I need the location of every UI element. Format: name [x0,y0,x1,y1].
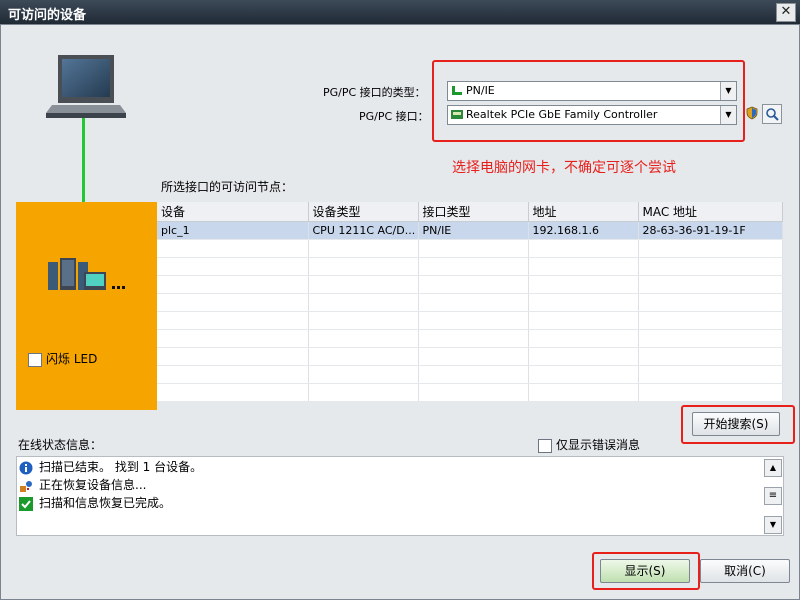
close-button[interactable]: ✕ [776,3,796,22]
table-header: 设备 设备类型 接口类型 地址 MAC 地址 [157,202,783,222]
interface-highlight-box [432,60,745,142]
nodes-table: 设备 设备类型 接口类型 地址 MAC 地址 plc_1 CPU 1211C A… [157,202,783,402]
cell-interface-type: PN/IE [418,221,529,240]
table-row-empty [157,383,783,402]
nodes-label: 所选接口的可访问节点： [161,180,294,194]
column-header-interface-type[interactable]: 接口类型 [418,202,529,222]
scrollbar-thumb[interactable]: ≡ [764,487,782,505]
status-message: 扫描和信息恢复已完成。 [19,494,171,512]
window-title: 可访问的设备 [8,8,87,23]
laptop-icon [44,55,126,124]
annotation-text: 选择电脑的网卡，不确定可逐个尝试 [452,160,676,176]
status-log: 扫描已结束。 找到 1 台设备。 正在恢复设备信息... 扫描和信息恢复已完成。… [16,456,784,536]
scroll-down-button[interactable]: ▼ [764,516,782,534]
table-row-empty [157,365,783,384]
table-row-empty [157,311,783,330]
cell-address: 192.168.1.6 [528,221,639,240]
table-row-empty [157,275,783,294]
flash-led-checkbox[interactable]: 闪烁 LED [28,350,97,367]
only-errors-checkbox[interactable]: 仅显示错误消息 [538,436,640,453]
diagnostics-button[interactable] [762,104,782,124]
table-row-empty [157,347,783,366]
checkbox-box[interactable] [538,438,552,453]
cancel-button[interactable]: 取消(C) [700,559,790,583]
cell-mac: 28-63-36-91-19-1F [638,221,783,240]
scroll-up-button[interactable]: ▲ [764,459,782,477]
cell-device: plc_1 [157,221,309,240]
column-header-device[interactable]: 设备 [157,202,309,222]
checkbox-box[interactable] [28,352,42,367]
interface-type-label: PG/PC 接口的类型： [323,86,426,99]
flash-led-label: 闪烁 LED [46,352,98,366]
status-message: 扫描已结束。 找到 1 台设备。 [19,458,202,476]
only-errors-label: 仅显示错误消息 [556,438,641,452]
table-row-empty [157,239,783,258]
table-row-empty [157,329,783,348]
recover-icon [19,479,33,493]
show-highlight-box [592,552,700,590]
table-row[interactable]: plc_1 CPU 1211C AC/D... PN/IE 192.168.1.… [157,221,783,240]
column-header-device-type[interactable]: 设备类型 [308,202,419,222]
interface-port-label: PG/PC 接口： [359,110,429,123]
column-header-mac[interactable]: MAC 地址 [638,202,783,222]
plc-device-icon [48,258,128,295]
device-preview-panel: 闪烁 LED [16,202,157,410]
column-header-address[interactable]: 地址 [528,202,639,222]
shield-icon[interactable] [745,106,759,120]
info-icon [19,461,33,475]
magnifier-icon [766,108,779,121]
status-label: 在线状态信息： [18,438,103,452]
search-highlight-box [681,405,795,444]
status-message: 正在恢复设备信息... [19,476,146,494]
title-bar: 可访问的设备 ✕ [0,0,800,24]
cell-device-type: CPU 1211C AC/D... [308,221,419,240]
check-icon [19,496,33,511]
table-row-empty [157,257,783,276]
table-row-empty [157,293,783,312]
